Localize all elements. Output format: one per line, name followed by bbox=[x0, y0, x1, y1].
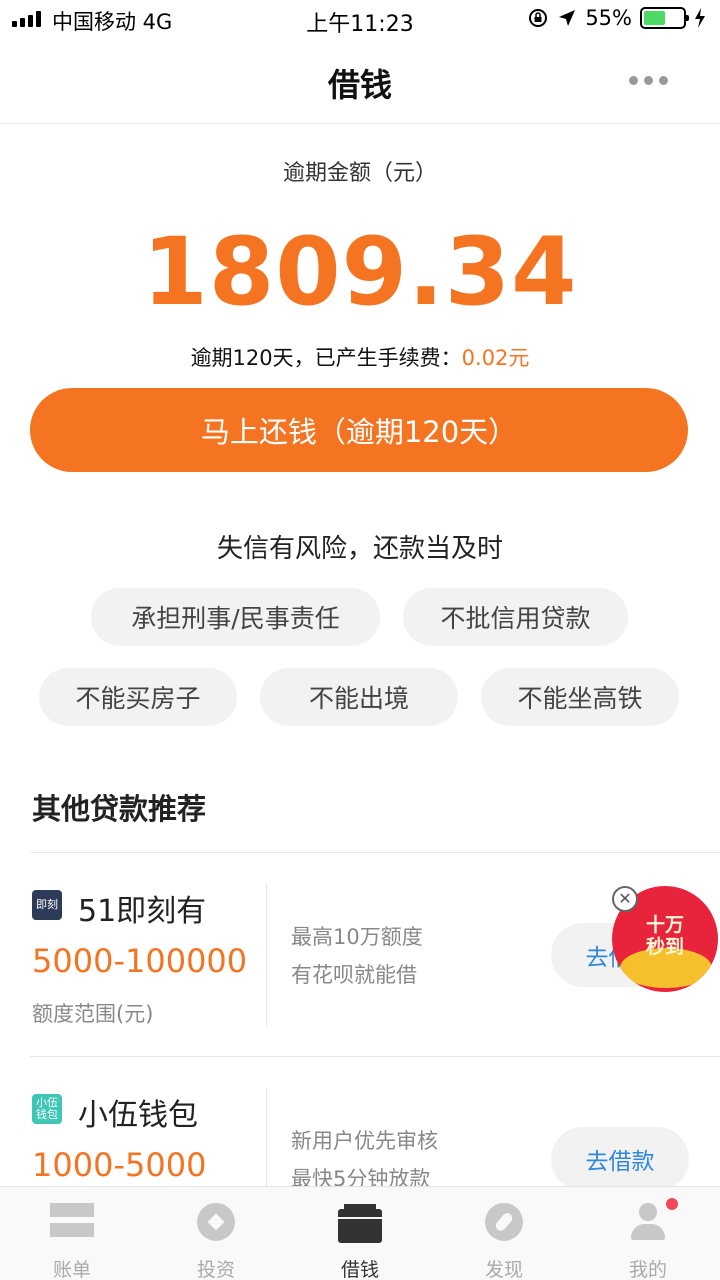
overdue-amount-label: 逾期金额（元） bbox=[282, 161, 437, 186]
promo-floating-badge[interactable]: 十万 秒到 ✕ bbox=[612, 886, 720, 994]
wallet-icon bbox=[338, 1204, 382, 1243]
warning-chip: 不批信用贷款 bbox=[403, 588, 628, 646]
close-icon[interactable]: ✕ bbox=[612, 886, 638, 912]
divider bbox=[30, 1056, 720, 1057]
other-loans-title: 其他贷款推荐 bbox=[32, 792, 207, 826]
battery-percent: 55% bbox=[585, 6, 632, 30]
tab-label: 我的 bbox=[628, 1259, 667, 1280]
loan-feature: 有花呗就能借 bbox=[291, 963, 417, 987]
warning-chip: 不能买房子 bbox=[39, 668, 237, 726]
loan-feature: 最高10万额度 bbox=[291, 925, 423, 949]
loan-logo: 小伍钱包 bbox=[32, 1094, 62, 1124]
status-bar: 中国移动 4G 上午11:23 55% bbox=[0, 0, 720, 40]
warning-chip: 不能坐高铁 bbox=[481, 668, 679, 726]
overdue-info: 逾期120天，已产生手续费：0.02元 bbox=[0, 342, 720, 372]
page-title: 借钱 bbox=[327, 66, 392, 104]
loan-name: 小伍钱包 bbox=[78, 1098, 198, 1133]
loan-feature: 最快5分钟放款 bbox=[291, 1167, 431, 1186]
tab-borrow[interactable]: 借钱 bbox=[288, 1187, 432, 1280]
loan-range: 1000-5000 bbox=[32, 1146, 207, 1184]
loan-range-label: 额度范围(元) bbox=[32, 1002, 154, 1026]
loan-logo: 即刻 bbox=[32, 890, 62, 920]
battery-icon bbox=[640, 7, 689, 29]
loan-feature: 新用户优先审核 bbox=[291, 1129, 438, 1153]
divider bbox=[30, 852, 720, 853]
vertical-divider bbox=[266, 884, 267, 1026]
profile-icon bbox=[629, 1203, 667, 1241]
tab-label: 发现 bbox=[484, 1259, 523, 1280]
tab-bill[interactable]: 账单 bbox=[0, 1187, 144, 1280]
tab-me[interactable]: 我的 bbox=[576, 1187, 720, 1280]
location-arrow-icon bbox=[559, 10, 576, 26]
bill-icon bbox=[50, 1203, 94, 1237]
nav-bar: 借钱 bbox=[0, 40, 720, 124]
loan-name: 51即刻有 bbox=[78, 894, 207, 929]
promo-text: 十万 秒到 bbox=[612, 914, 718, 958]
tab-bar: 账单 投资 借钱 发现 我的 bbox=[0, 1186, 720, 1280]
tab-label: 投资 bbox=[196, 1259, 235, 1280]
more-dots-icon[interactable] bbox=[629, 76, 668, 85]
overdue-info-text: 逾期120天，已产生手续费： bbox=[190, 346, 462, 370]
tab-invest[interactable]: 投资 bbox=[144, 1187, 288, 1280]
loan-range: 5000-100000 bbox=[32, 942, 248, 980]
borrow-button[interactable]: 去借款 bbox=[551, 1127, 689, 1191]
notification-dot bbox=[666, 1198, 678, 1210]
status-right-group: 55% bbox=[527, 6, 706, 30]
warning-chip: 不能出境 bbox=[260, 668, 458, 726]
charging-bolt-icon bbox=[695, 8, 705, 28]
tab-discover[interactable]: 发现 bbox=[432, 1187, 576, 1280]
warning-chip: 承担刑事/民事责任 bbox=[91, 588, 380, 646]
credit-warning-title: 失信有风险，还款当及时 bbox=[216, 534, 503, 564]
vertical-divider bbox=[266, 1088, 267, 1186]
tab-label: 账单 bbox=[52, 1259, 91, 1280]
promo-text-line: 十万 bbox=[645, 914, 684, 936]
orientation-lock-icon bbox=[529, 9, 548, 27]
tab-label: 借钱 bbox=[340, 1259, 379, 1280]
overdue-fee: 0.02元 bbox=[461, 346, 530, 370]
repay-now-button[interactable]: 马上还钱（逾期120天） bbox=[30, 388, 688, 472]
promo-text-line: 秒到 bbox=[645, 936, 684, 958]
compass-icon bbox=[485, 1203, 523, 1241]
overdue-amount: 1809.34 bbox=[142, 218, 578, 327]
invest-icon bbox=[197, 1203, 235, 1241]
